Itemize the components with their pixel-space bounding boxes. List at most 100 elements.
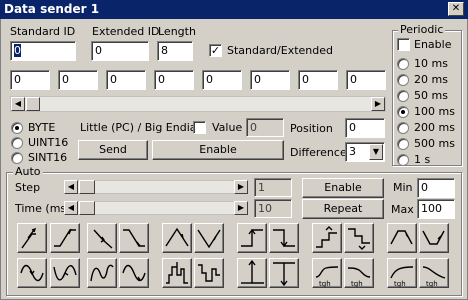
data-byte-0[interactable]: 0 [10,70,50,90]
period-radio-100ms[interactable] [397,106,409,118]
bump-down-tile[interactable] [119,258,149,288]
data-byte-4[interactable]: 0 [202,70,242,90]
period-label-500ms: 500 ms [414,137,455,150]
tgh-rise2-icon: tgh [390,266,414,288]
fall-step-tile[interactable] [119,223,149,253]
max-label: Max [391,203,414,216]
axis-up-tile[interactable] [237,258,267,288]
block-up-icon [166,262,188,284]
rise-pulse-icon [21,227,37,249]
axis-down-tile[interactable] [269,258,299,288]
data-byte-6[interactable]: 0 [298,70,338,90]
fall-pulse-tile[interactable] [87,223,117,253]
step-thumb[interactable] [79,180,95,194]
trapezoid-down-tile[interactable] [419,223,449,253]
sine-tile[interactable] [17,258,47,288]
difference-dropdown-button[interactable]: ▼ [369,144,383,160]
scroll-thumb[interactable] [26,97,40,111]
tgh-rise-tile[interactable]: tgh [312,258,342,288]
stairs-down-tile[interactable] [344,223,374,253]
period-radio-200ms[interactable] [397,122,409,134]
time-right-button[interactable]: ▶ [234,201,248,215]
fall-step-icon [123,229,145,247]
step-down-tile[interactable] [269,223,299,253]
period-radio-1s[interactable] [397,154,409,166]
length-input[interactable]: 8 [157,41,193,61]
stairs-up-icon [316,226,337,248]
tgh-fall-tile[interactable]: tgh [344,258,374,288]
extended-id-input[interactable]: 0 [91,41,149,61]
svg-text:tgh: tgh [394,280,406,287]
endian-label: Little (PC) / Big Endian [80,121,204,134]
position-input[interactable]: 0 [345,118,385,138]
scroll-left-button[interactable]: ◀ [11,97,25,111]
periodic-enable-checkbox[interactable] [397,38,410,51]
rise-pulse-tile[interactable] [17,223,47,253]
std-ext-checkbox[interactable]: ✓ [209,44,222,57]
data-byte-2[interactable]: 0 [106,70,146,90]
data-byte-3[interactable]: 0 [154,70,194,90]
scroll-right-button[interactable]: ▶ [371,97,385,111]
step-left-button[interactable]: ◀ [64,180,78,194]
data-byte-7[interactable]: 0 [346,70,386,90]
bump-up-tile[interactable] [50,258,80,288]
tgh-rise2-tile[interactable]: tgh [387,258,417,288]
svg-text:tgh: tgh [351,280,363,287]
rise-step-icon [54,228,76,247]
period-radio-500ms[interactable] [397,138,409,150]
arrow-left-icon: ◀ [14,99,22,108]
trapezoid-up-tile[interactable] [387,223,417,253]
send-button[interactable]: Send [78,140,148,160]
enable-send-button[interactable]: Enable [152,140,284,160]
period-radio-20ms[interactable] [397,74,409,86]
time-left-button[interactable]: ◀ [64,201,78,215]
sine-icon [20,264,44,282]
auto-title: Auto [13,165,43,178]
arrow-right-icon: ▶ [237,182,245,191]
close-icon: ✕ [451,3,461,14]
max-input[interactable]: 100 [417,199,455,219]
check-icon: ✓ [210,44,221,57]
horizontal-scrollbar[interactable] [10,96,386,112]
type-radio-byte[interactable] [11,122,23,134]
repeat-button[interactable]: Repeat [302,199,384,219]
period-label-50ms: 50 ms [414,89,448,102]
period-radio-50ms[interactable] [397,90,409,102]
block-down-tile[interactable] [194,258,224,288]
axis-up-icon [241,259,264,284]
step-right-button[interactable]: ▶ [234,180,248,194]
type-radio-uint16[interactable] [11,137,23,149]
window-title: Data sender 1 [4,2,100,16]
min-label: Min [393,181,413,194]
position-label: Position [290,122,333,135]
step-up-tile[interactable] [237,223,267,253]
period-radio-10ms[interactable] [397,58,409,70]
length-label: Length [158,25,196,38]
step-value: 1 [254,178,292,197]
trapezoid-down-icon [422,230,445,245]
period-label-20ms: 20 ms [414,73,448,86]
step-down-icon [273,229,295,248]
standard-id-input[interactable]: 0 [10,41,76,61]
value-label: Value [212,121,243,134]
rise-step-tile[interactable] [50,223,80,253]
tgh-fall2-tile[interactable]: tgh [419,258,449,288]
time-thumb[interactable] [79,201,95,215]
period-label-10ms: 10 ms [414,57,448,70]
stairs-up-tile[interactable] [312,223,342,253]
type-radio-sint16[interactable] [11,152,23,164]
wave-icon [90,264,114,282]
min-input[interactable]: 0 [417,178,455,198]
block-up-tile[interactable] [162,258,192,288]
data-byte-5[interactable]: 0 [250,70,290,90]
type-label-byte: BYTE [28,121,56,134]
triangle-up-tile[interactable] [162,223,192,253]
close-button[interactable]: ✕ [448,2,464,16]
triangle-down-tile[interactable] [194,223,224,253]
endian-checkbox[interactable] [193,121,206,134]
data-byte-1[interactable]: 0 [58,70,98,90]
wave-tile[interactable] [87,258,117,288]
auto-enable-button[interactable]: Enable [302,178,384,198]
triangle-down-icon [197,229,221,249]
tgh-fall-icon: tgh [347,267,371,288]
